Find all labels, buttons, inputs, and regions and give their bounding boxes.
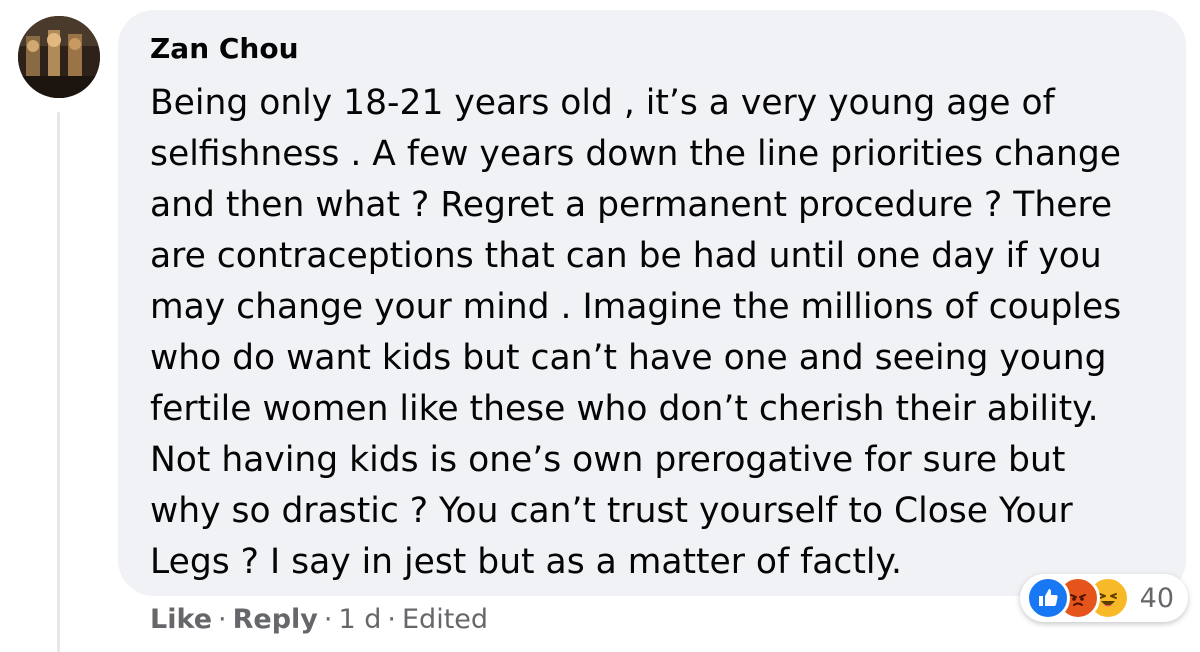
profile-picture xyxy=(18,16,100,98)
reply-button[interactable]: Reply xyxy=(233,604,318,635)
thread-line xyxy=(57,112,60,652)
comment-author[interactable]: Zan Chou xyxy=(150,32,299,65)
comment-line: Legs ? I say in jest but as a matter of … xyxy=(150,542,902,582)
comment-line: are contraceptions that can be had until… xyxy=(150,236,1102,276)
reaction-count: 40 xyxy=(1139,582,1174,614)
separator-dot: · xyxy=(323,604,333,635)
like-icon xyxy=(1025,576,1070,620)
edited-label[interactable]: Edited xyxy=(402,604,488,635)
comment-line: who do want kids but can’t have one and … xyxy=(150,338,1107,378)
comment-line: may change your mind . Imagine the milli… xyxy=(150,287,1122,327)
separator-dot: · xyxy=(387,604,396,635)
reactions-summary[interactable]: 40 xyxy=(1019,574,1188,622)
comment-line: selfishness . A few years down the line … xyxy=(150,134,1121,174)
separator-dot: · xyxy=(218,604,227,635)
comment-text: Being only 18-21 years old , it’s a very… xyxy=(150,78,1140,588)
comment-line: Being only 18-21 years old , it’s a very… xyxy=(150,83,1055,123)
comment-line: and then what ? Regret a permanent proce… xyxy=(150,185,1113,225)
comment-line: why so drastic ? You can’t trust yoursel… xyxy=(150,491,1073,531)
comment-line: Not having kids is one’s own prerogative… xyxy=(150,440,1066,480)
comment-actions: Like · Reply · 1 d · Edited xyxy=(150,604,488,635)
timestamp[interactable]: 1 d xyxy=(339,604,382,635)
comment-line: fertile women like these who don’t cheri… xyxy=(150,389,1099,429)
like-button[interactable]: Like xyxy=(150,604,212,635)
comment-bubble: Zan Chou Being only 18-21 years old , it… xyxy=(118,10,1186,596)
avatar[interactable] xyxy=(18,16,100,98)
